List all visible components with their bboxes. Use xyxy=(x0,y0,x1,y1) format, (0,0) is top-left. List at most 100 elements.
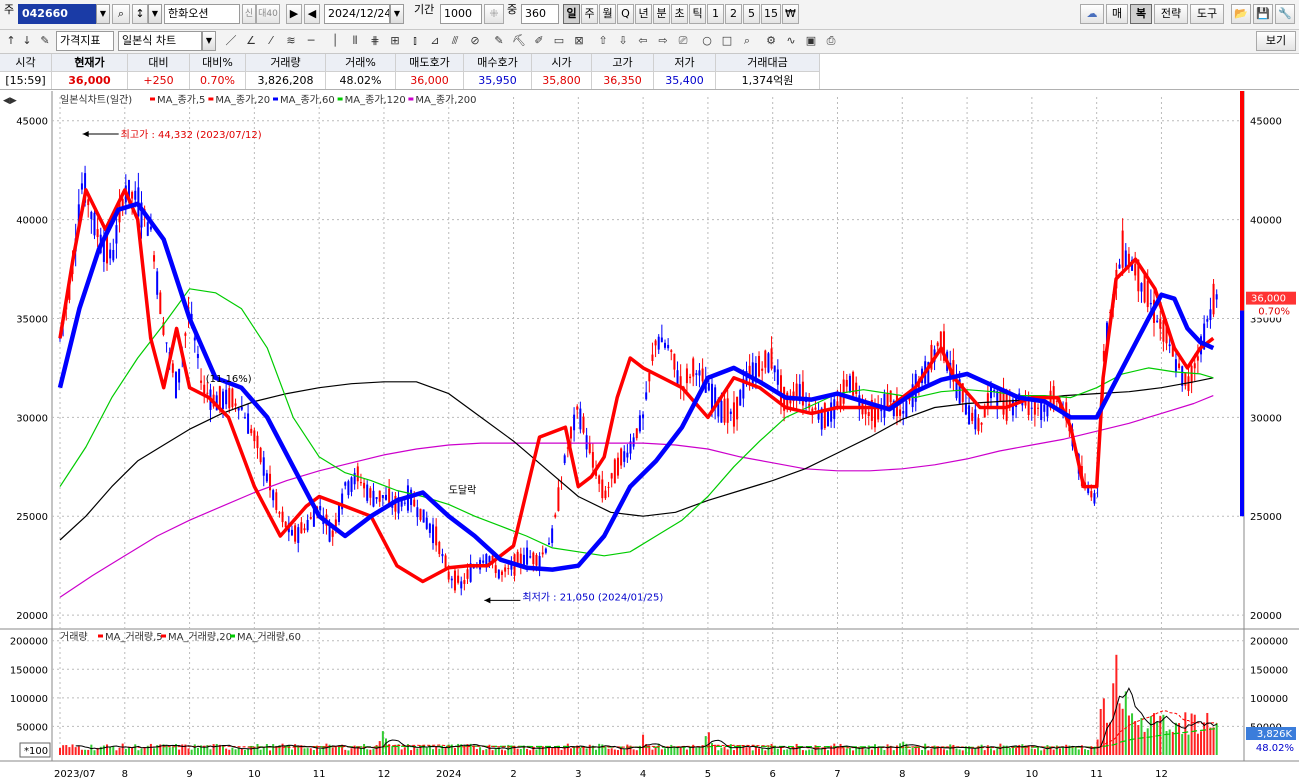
volume-bar xyxy=(109,746,112,755)
cloud-icon[interactable]: ☁ xyxy=(1080,4,1104,24)
ray-icon[interactable]: ⁄ xyxy=(262,32,280,50)
rect-icon[interactable]: □ xyxy=(718,32,736,50)
quote-value: 35,800 xyxy=(532,72,592,89)
candle-body xyxy=(839,395,842,407)
grid-icon[interactable]: ⋕ xyxy=(366,32,384,50)
volume-bar xyxy=(811,749,814,755)
cross-icon[interactable]: ⊠ xyxy=(570,32,588,50)
fibo-icon[interactable]: ≋ xyxy=(282,32,300,50)
candle-body xyxy=(563,455,566,464)
interval-button[interactable]: 초 xyxy=(671,4,688,24)
candle-body xyxy=(178,368,181,383)
volume-bar xyxy=(71,744,74,755)
next-icon[interactable]: ▶ xyxy=(286,4,302,24)
interval-button[interactable]: 일 xyxy=(563,4,580,24)
candle-body xyxy=(93,212,96,236)
toolbar-right-button[interactable]: 도구 xyxy=(1190,4,1224,24)
volume-bar xyxy=(500,749,503,755)
chart-type-dropdown[interactable]: ▼ xyxy=(202,31,216,51)
volume-bar xyxy=(983,750,986,755)
toolbar-right-button[interactable]: 복 xyxy=(1130,4,1152,24)
interval-button[interactable]: 틱 xyxy=(689,4,706,24)
fill-icon[interactable]: ▣ xyxy=(802,32,820,50)
hline-icon[interactable]: ─ xyxy=(302,32,320,50)
price-indicator-select[interactable]: 가격지표 xyxy=(56,31,114,51)
candle-body xyxy=(613,459,616,484)
gann-icon[interactable]: ⫾ xyxy=(406,32,424,50)
interval-button[interactable]: 5 xyxy=(743,4,760,24)
folder-open-icon[interactable]: 📂 xyxy=(1231,4,1251,24)
volume-bar xyxy=(444,746,447,755)
pitchfork-icon[interactable]: ⫻ xyxy=(446,32,464,50)
memo-icon[interactable]: ✐ xyxy=(530,32,548,50)
zoom-icon[interactable]: ⁜ xyxy=(484,4,504,24)
interval-button[interactable]: 1 xyxy=(707,4,724,24)
interval-button[interactable]: 년 xyxy=(635,4,652,24)
interval-button[interactable]: 분 xyxy=(653,4,670,24)
chart-canvas[interactable]: ◀▶20000 2000025000 2500030000 3000035000 350… xyxy=(0,91,1299,779)
volume-bar xyxy=(1109,722,1112,755)
line-icon[interactable]: ／ xyxy=(222,32,240,50)
interval-button[interactable]: 15 xyxy=(761,4,781,24)
candle-body xyxy=(419,508,422,520)
wave-icon[interactable]: ∿ xyxy=(782,32,800,50)
y-tick-label-left: 25000 xyxy=(16,512,48,523)
arrow-down-icon[interactable]: ↓ xyxy=(18,32,36,50)
text-icon[interactable]: ⎚ xyxy=(674,32,692,50)
channel-icon[interactable]: ⫴ xyxy=(346,32,364,50)
up-arrow-icon[interactable]: ⇧ xyxy=(594,32,612,50)
x-tick-label: 12 xyxy=(378,769,391,779)
volume-bar xyxy=(137,750,140,755)
cycle-icon[interactable]: ⊘ xyxy=(466,32,484,50)
view-button[interactable]: 보기 xyxy=(1256,31,1296,51)
stock-chart[interactable]: ◀▶ 20000 20000 25000 25000 30000 30000 35000 350… xyxy=(0,91,1299,779)
candle-body xyxy=(1174,359,1177,373)
candle-body xyxy=(761,368,764,371)
magnify-icon[interactable]: ⌕ xyxy=(738,32,756,50)
left-arrow-icon[interactable]: ⇦ xyxy=(634,32,652,50)
candle-body xyxy=(250,428,253,434)
volume-bar xyxy=(955,748,958,755)
x-tick-label: 12 xyxy=(1155,769,1168,779)
angle-icon[interactable]: ∠ xyxy=(242,32,260,50)
pen-icon[interactable]: ✎ xyxy=(490,32,508,50)
search-icon[interactable]: ⌕ xyxy=(112,4,130,24)
overlap-input[interactable]: 360 xyxy=(521,4,559,24)
interval-button[interactable]: 2 xyxy=(725,4,742,24)
circle-icon[interactable]: ○ xyxy=(698,32,716,50)
stock-name-field[interactable]: 한화오션 xyxy=(164,4,240,24)
date-input[interactable]: 2024/12/24 xyxy=(324,4,390,24)
date-dropdown[interactable]: ▼ xyxy=(390,4,404,24)
eraser-icon[interactable]: ⛏ xyxy=(510,32,528,50)
save-icon[interactable]: 💾 xyxy=(1253,4,1273,24)
triangle-icon[interactable]: ⊿ xyxy=(426,32,444,50)
interval-button[interactable]: 주 xyxy=(581,4,598,24)
toolbar-right-button[interactable]: 전략 xyxy=(1154,4,1188,24)
volume-bar xyxy=(961,750,964,755)
prev-icon[interactable]: ◀ xyxy=(304,4,320,24)
box-icon[interactable]: ⊞ xyxy=(386,32,404,50)
print-icon[interactable]: ⎙ xyxy=(822,32,840,50)
sort-dropdown[interactable]: ▼ xyxy=(148,4,162,24)
x-tick-label: 2024 xyxy=(436,769,461,779)
stock-code-dropdown[interactable]: ▼ xyxy=(96,4,110,24)
sort-icon[interactable]: ↕ xyxy=(132,4,148,24)
interval-button[interactable]: 월 xyxy=(599,4,616,24)
stock-code-input[interactable]: 042660 xyxy=(18,4,96,24)
volume-bar xyxy=(632,749,635,755)
interval-button[interactable]: Q xyxy=(617,4,634,24)
chart-type-select[interactable]: 일본식 차트 xyxy=(118,31,202,51)
period-input[interactable]: 1000 xyxy=(440,4,482,24)
interval-button[interactable]: ₩ xyxy=(782,4,799,24)
note-icon[interactable]: ▭ xyxy=(550,32,568,50)
edit-icon[interactable]: ✎ xyxy=(36,32,54,50)
volume-bar xyxy=(269,750,272,755)
down-arrow-icon[interactable]: ⇩ xyxy=(614,32,632,50)
wrench-icon[interactable]: 🔧 xyxy=(1275,4,1295,24)
volume-bar xyxy=(877,747,880,755)
volume-bar xyxy=(726,749,729,755)
right-arrow-icon[interactable]: ⇨ xyxy=(654,32,672,50)
toolbar-right-button[interactable]: 매 xyxy=(1106,4,1128,24)
config-icon[interactable]: ⚙ xyxy=(762,32,780,50)
vline-icon[interactable]: │ xyxy=(326,32,344,50)
